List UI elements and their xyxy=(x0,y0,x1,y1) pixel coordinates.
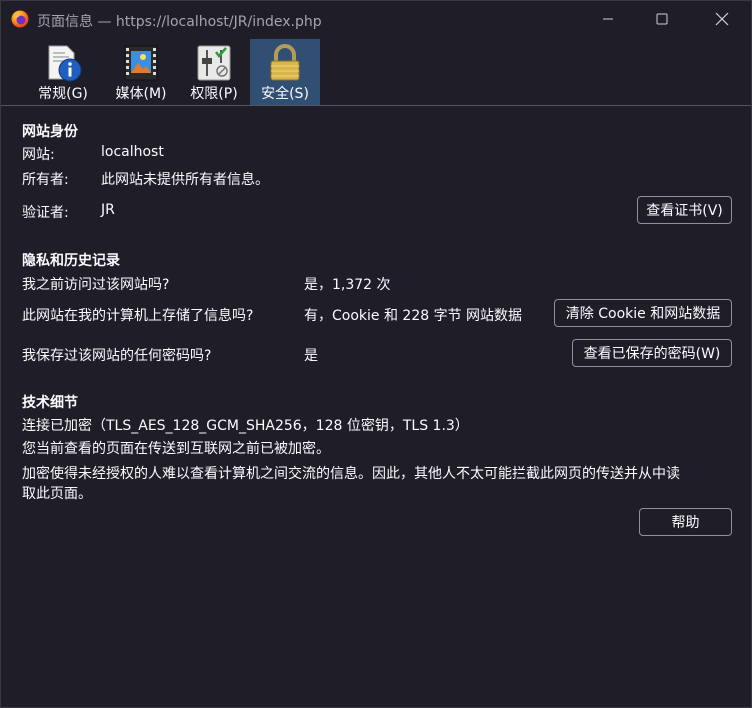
encryption-explanation-line1: 加密使得未经授权的人难以查看计算机之间交流的信息。因此，其他人不太可能拦截此网页… xyxy=(22,466,680,482)
stored-info-answer: 有，Cookie 和 228 字节 网站数据 xyxy=(304,308,523,324)
minimize-button[interactable] xyxy=(585,1,631,37)
connection-encrypted-text: 连接已加密（TLS_AES_128_GCM_SHA256，128 位密钥，TLS… xyxy=(22,418,469,434)
page-info-window: 页面信息 — https://localhost/JR/index.php 常规… xyxy=(0,0,752,708)
padlock-icon xyxy=(270,44,300,81)
owner-value: 此网站未提供所有者信息。 xyxy=(101,172,269,188)
owner-label: 所有者: xyxy=(22,172,69,188)
verifier-value: JR xyxy=(101,202,115,218)
maximize-button[interactable] xyxy=(639,1,685,37)
tab-toolbar: 常规(G) 媒体(M) 权限(P) 安全(S) xyxy=(1,37,751,105)
minimize-icon xyxy=(603,18,613,20)
tab-media-label: 媒体(M) xyxy=(115,86,167,102)
window-title: 页面信息 — https://localhost/JR/index.php xyxy=(37,14,322,30)
technical-heading: 技术细节 xyxy=(22,395,78,411)
firefox-icon xyxy=(11,10,29,28)
verifier-label: 验证者: xyxy=(22,205,69,221)
tab-permissions[interactable]: 权限(P) xyxy=(179,39,249,105)
tab-divider xyxy=(1,105,751,106)
view-certificate-button[interactable]: 查看证书(V) xyxy=(637,196,732,224)
media-film-icon xyxy=(124,45,158,81)
maximize-icon xyxy=(656,13,668,25)
identity-heading: 网站身份 xyxy=(22,124,78,140)
title-bar: 页面信息 — https://localhost/JR/index.php xyxy=(1,1,751,37)
tab-permissions-label: 权限(P) xyxy=(190,86,238,102)
view-saved-passwords-button[interactable]: 查看已保存的密码(W) xyxy=(572,339,732,367)
tab-general[interactable]: 常规(G) xyxy=(28,39,98,105)
tab-general-label: 常规(G) xyxy=(38,86,88,102)
site-label: 网站: xyxy=(22,147,55,163)
tab-security-label: 安全(S) xyxy=(261,86,309,102)
help-button[interactable]: 帮助 xyxy=(639,508,732,536)
saved-passwords-answer: 是 xyxy=(304,348,318,364)
privacy-heading: 隐私和历史记录 xyxy=(22,253,120,269)
visited-answer: 是，1,372 次 xyxy=(304,277,391,293)
stored-info-question: 此网站在我的计算机上存储了信息吗? xyxy=(22,308,254,324)
close-icon xyxy=(715,12,729,26)
clear-cookies-button[interactable]: 清除 Cookie 和网站数据 xyxy=(554,299,732,327)
visited-question: 我之前访问过该网站吗? xyxy=(22,277,170,293)
saved-passwords-question: 我保存过该网站的任何密码吗? xyxy=(22,348,212,364)
encryption-note: 您当前查看的页面在传送到互联网之前已被加密。 xyxy=(22,441,330,457)
tab-media[interactable]: 媒体(M) xyxy=(106,39,176,105)
site-value: localhost xyxy=(101,144,164,160)
info-document-icon xyxy=(48,45,82,82)
permissions-sliders-icon xyxy=(197,45,231,81)
close-button[interactable] xyxy=(699,1,745,37)
tab-security[interactable]: 安全(S) xyxy=(250,39,320,105)
encryption-explanation-line2: 取此页面。 xyxy=(22,486,92,502)
